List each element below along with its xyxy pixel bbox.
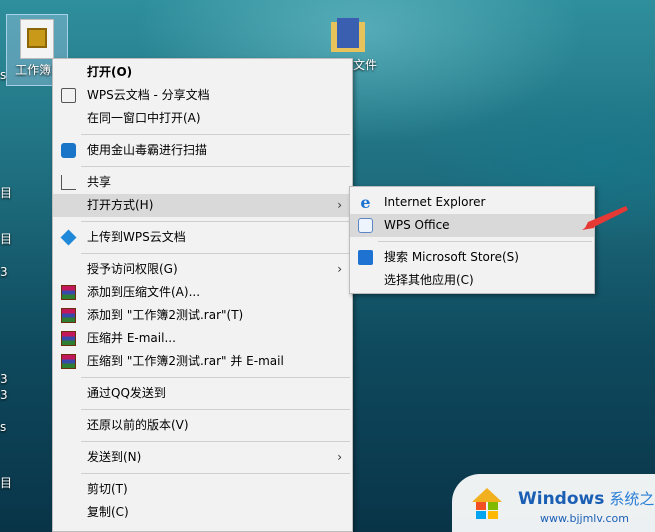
menu-item-add-to-rar[interactable]: 添加到 "工作簿2测试.rar"(T) (53, 304, 352, 327)
menu-separator (81, 166, 350, 167)
submenu-item-search-store[interactable]: 搜索 Microsoft Store(S) (350, 246, 594, 269)
wps-cloud-icon (61, 88, 76, 103)
open-with-submenu: e Internet Explorer WPS Office 搜索 Micros… (349, 186, 595, 294)
ie-icon: e (360, 193, 371, 212)
menu-separator (378, 241, 592, 242)
desktop-edge-text: 3 (0, 388, 8, 402)
desktop-edge-text: 3 (0, 265, 8, 279)
menu-item-send-via-qq[interactable]: 通过QQ发送到 (53, 382, 352, 405)
submenu-item-choose-other-app[interactable]: 选择其他应用(C) (350, 269, 594, 292)
share-icon (61, 175, 76, 190)
submenu-item-internet-explorer[interactable]: e Internet Explorer (350, 191, 594, 214)
watermark-url: www.bjjmlv.com (540, 512, 629, 525)
desktop-edge-text: 目 (0, 476, 13, 490)
watermark-badge: Windows系统之家 www.bjjmlv.com (452, 474, 655, 532)
chevron-right-icon: › (337, 198, 342, 212)
chevron-right-icon: › (337, 262, 342, 276)
duba-icon (61, 143, 76, 158)
menu-item-cut[interactable]: 剪切(T) (53, 478, 352, 501)
winrar-icon (61, 354, 76, 369)
context-menu: 打开(O) WPS云文档 - 分享文档 在同一窗口中打开(A) 使用金山毒霸进行… (52, 58, 353, 532)
menu-item-upload-wps-cloud[interactable]: 上传到WPS云文档 (53, 226, 352, 249)
submenu-item-wps-office[interactable]: WPS Office (350, 214, 594, 237)
menu-item-open[interactable]: 打开(O) (53, 61, 352, 84)
winrar-icon (61, 308, 76, 323)
winrar-icon (61, 331, 76, 346)
menu-separator (81, 409, 350, 410)
menu-separator (81, 221, 350, 222)
menu-item-duba-scan[interactable]: 使用金山毒霸进行扫描 (53, 139, 352, 162)
menu-item-compress-rar-email[interactable]: 压缩到 "工作簿2测试.rar" 并 E-mail (53, 350, 352, 373)
winrar-icon (61, 285, 76, 300)
spreadsheet-file-icon (20, 19, 54, 59)
menu-separator (81, 473, 350, 474)
desktop-edge-text: 3 (0, 372, 8, 386)
desktop-edge-text: 目 (0, 186, 13, 200)
store-icon (358, 250, 373, 265)
desktop-edge-text: s (0, 68, 7, 82)
folder-icon (331, 18, 365, 54)
wps-office-icon (358, 218, 373, 233)
menu-separator (81, 441, 350, 442)
desktop-edge-text: s (0, 420, 7, 434)
cube-icon (60, 229, 77, 246)
menu-item-compress-email[interactable]: 压缩并 E-mail... (53, 327, 352, 350)
menu-item-send-to[interactable]: 发送到(N) › (53, 446, 352, 469)
menu-item-copy[interactable]: 复制(C) (53, 501, 352, 524)
windows-logo-icon (472, 488, 502, 519)
menu-item-share[interactable]: 共享 (53, 171, 352, 194)
chevron-right-icon: › (337, 450, 342, 464)
menu-item-wps-cloud-share[interactable]: WPS云文档 - 分享文档 (53, 84, 352, 107)
menu-item-grant-access[interactable]: 授予访问权限(G) › (53, 258, 352, 281)
red-annotation-arrow-icon (582, 206, 628, 230)
menu-item-restore-versions[interactable]: 还原以前的版本(V) (53, 414, 352, 437)
menu-separator (81, 134, 350, 135)
watermark-brand: Windows系统之家 (518, 489, 655, 509)
menu-item-add-to-archive[interactable]: 添加到压缩文件(A)... (53, 281, 352, 304)
menu-separator (81, 253, 350, 254)
menu-item-open-same-window[interactable]: 在同一窗口中打开(A) (53, 107, 352, 130)
menu-item-open-with[interactable]: 打开方式(H) › (53, 194, 352, 217)
menu-separator (81, 377, 350, 378)
desktop-edge-text: 目 (0, 232, 13, 246)
